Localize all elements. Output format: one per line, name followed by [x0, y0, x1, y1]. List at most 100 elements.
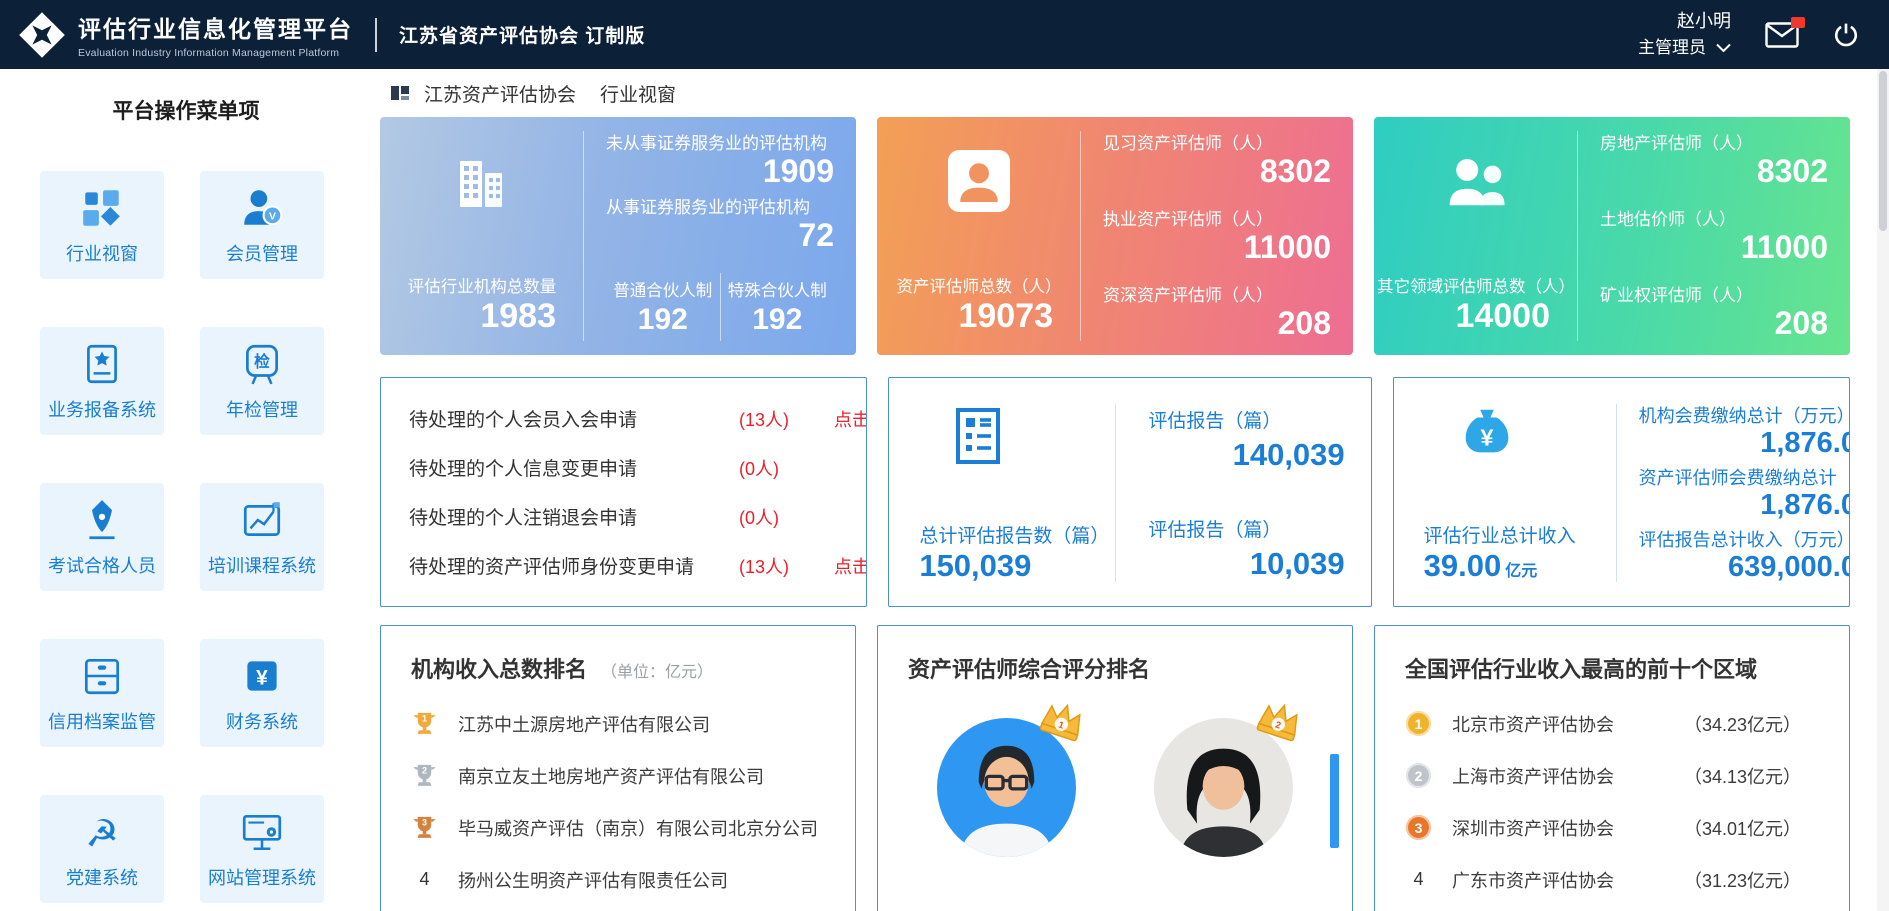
stat-main-label: 其它领域评估师总数（人） [1377, 273, 1575, 297]
ranking-item: 3 深圳市资产评估协会 （34.01亿元） [1405, 814, 1819, 841]
building-icon [449, 151, 515, 211]
stat-detail-value: 8302 [1103, 154, 1331, 189]
appraiser-avatar-1: 1 [937, 718, 1076, 857]
ranking-item: 2 南京立友土地房地产资产评估有限公司 [411, 762, 825, 789]
org-income-ranking-panel: 机构收入总数排名 （单位：亿元） [380, 625, 856, 911]
income-detail-value: 1,876.0 [1639, 428, 1850, 460]
report-list-icon [947, 404, 1011, 466]
sidebar-item-finance-system[interactable]: ¥ 财务系统 [200, 639, 324, 747]
sidebar-item-party-building[interactable]: ☭ 党建系统 [40, 795, 164, 903]
logout-button[interactable] [1833, 22, 1859, 48]
stat-detail-value: 208 [1600, 306, 1828, 341]
sidebar-item-label: 年检管理 [226, 396, 298, 422]
stat-main-value: 19073 [958, 299, 1053, 335]
pending-label: 待处理的个人信息变更申请 [409, 454, 739, 481]
sidebar-title: 平台操作菜单项 [0, 95, 372, 125]
pending-row[interactable]: 待处理的个人会员入会申请 (13人) 点击 [409, 405, 838, 432]
stat-main-label: 评估行业机构总数量 [408, 273, 557, 297]
pending-action-link[interactable]: 点击 [834, 406, 867, 432]
party-emblem-icon: ☭ [79, 809, 125, 855]
income-main-unit: 亿元 [1505, 557, 1537, 581]
grid-icon [79, 185, 125, 231]
brand-block: 评估行业信息化管理平台 Evaluation Industry Informat… [78, 10, 353, 59]
region-income-ranking-panel: 全国评估行业收入最高的前十个区域 1 北京市资产评估协会 （34.23亿元） 2… [1374, 625, 1850, 911]
people-icon [1443, 152, 1509, 210]
sidebar-item-label: 网站管理系统 [208, 864, 316, 890]
mail-notification-badge [1791, 17, 1805, 28]
stat-detail-label: 房地产评估师（人） [1600, 129, 1828, 154]
sidebar-item-website-mgmt[interactable]: 网站管理系统 [200, 795, 324, 903]
pending-count: (0人) [739, 504, 834, 530]
ranking-value: （34.13亿元） [1684, 763, 1801, 789]
svg-text:3: 3 [422, 817, 427, 827]
sidebar-item-industry-view[interactable]: 行业视窗 [40, 171, 164, 279]
pending-action-link[interactable]: 点击 [834, 553, 867, 579]
scrollbar-thumb[interactable] [1879, 71, 1887, 231]
sidebar-item-annual-inspection[interactable]: 检 年检管理 [200, 327, 324, 435]
sidebar-item-business-filing[interactable]: 业务报备系统 [40, 327, 164, 435]
svg-text:¥: ¥ [1480, 425, 1493, 451]
stat-detail-label: 矿业权评估师（人） [1600, 281, 1828, 306]
sidebar-item-training-courses[interactable]: 培训课程系统 [200, 483, 324, 591]
income-detail-label: 资产评估师会费缴纳总计（万元） [1639, 464, 1849, 490]
sidebar-item-exam-qualified[interactable]: 考试合格人员 [40, 483, 164, 591]
stat-detail-value: 72 [606, 218, 834, 253]
ranking-item: 2 上海市资产评估协会 （34.13亿元） [1405, 762, 1819, 789]
sidebar-item-label: 培训课程系统 [208, 552, 316, 578]
page-scrollbar[interactable] [1877, 69, 1889, 911]
training-chart-icon [239, 497, 285, 543]
report-total-value: 150,039 [919, 548, 1115, 584]
stat-detail-value: 1909 [606, 154, 834, 189]
ranking-name: 扬州公生明资产评估有限责任公司 [458, 867, 728, 893]
trophy-silver-icon: 2 [411, 762, 438, 789]
income-detail-label: 机构会费缴纳总计（万元） [1639, 402, 1849, 428]
svg-text:2: 2 [422, 765, 427, 775]
ranking-name: 毕马威资产评估（南京）有限公司北京分公司 [458, 815, 818, 841]
pen-nib-icon [79, 497, 125, 543]
org-edition-label: 江苏省资产评估协会 订制版 [399, 21, 645, 48]
pending-tasks-panel: 待处理的个人会员入会申请 (13人) 点击 待处理的个人信息变更申请 (0人) … [380, 377, 867, 607]
stat-pair-label: 特殊合伙人制 [728, 277, 827, 301]
pending-count: (13人) [739, 553, 834, 579]
main-content: 江苏资产评估协会 行业视窗 [372, 69, 1889, 911]
stat-detail-label: 资深资产评估师（人） [1103, 281, 1331, 306]
stat-pair-value: 192 [638, 303, 688, 337]
ranking-item: 4 扬州公生明资产评估有限责任公司 [411, 866, 825, 893]
ranking-value: （34.01亿元） [1684, 815, 1801, 841]
report-stats-panel: 总计评估报告数（篇） 150,039 评估报告（篇） 140,039 评估报告（… [888, 377, 1371, 607]
next-photo-edge [1330, 754, 1339, 848]
sidebar-item-member-mgmt[interactable]: V 会员管理 [200, 171, 324, 279]
breadcrumb-page: 行业视窗 [600, 80, 676, 107]
ranking-name: 广东市资产评估协会 [1452, 867, 1664, 893]
mail-button[interactable] [1765, 22, 1799, 48]
medal-silver-icon: 2 [1406, 763, 1431, 788]
appraiser-total-card: 资产评估师总数（人） 19073 见习资产评估师（人） 8302 执业资产评估师… [877, 117, 1353, 355]
pending-row[interactable]: 待处理的资产评估师身份变更申请 (13人) 点击 [409, 552, 838, 579]
user-menu[interactable]: 赵小明 主管理员 [1638, 8, 1731, 61]
income-detail-value: 639,000.0 [1639, 552, 1850, 584]
medal-bronze-icon: 3 [1406, 815, 1431, 840]
inspect-badge-icon: 检 [239, 341, 285, 387]
pending-row[interactable]: 待处理的个人信息变更申请 (0人) [409, 454, 838, 481]
panel-title: 全国评估行业收入最高的前十个区域 [1405, 652, 1757, 684]
stat-detail-label: 见习资产评估师（人） [1103, 129, 1331, 154]
ranking-item: 1 江苏中土源房地产评估有限公司 [411, 710, 825, 737]
income-main-label: 评估行业总计收入 [1424, 521, 1616, 548]
user-name: 赵小明 [1677, 8, 1731, 35]
app-root: 评估行业信息化管理平台 Evaluation Industry Informat… [0, 0, 1889, 911]
sidebar-item-credit-archive[interactable]: 信用档案监管 [40, 639, 164, 747]
stat-main-label: 资产评估师总数（人） [897, 273, 1062, 297]
stat-detail-label: 土地估价师（人） [1600, 205, 1828, 230]
report-detail-label: 评估报告（篇） [1148, 406, 1344, 433]
stat-pair-label: 普通合伙人制 [613, 277, 712, 301]
stat-detail-label: 执业资产评估师（人） [1103, 205, 1331, 230]
panel-title: 机构收入总数排名 [411, 652, 587, 684]
stat-detail-value: 8302 [1600, 154, 1828, 189]
income-stats-panel: ¥ 评估行业总计收入 39.00 亿元 机构会费缴纳总计（万元） [1393, 377, 1850, 607]
doc-star-icon [79, 341, 125, 387]
svg-text:¥: ¥ [256, 666, 268, 689]
pending-row[interactable]: 待处理的个人注销退会申请 (0人) [409, 503, 838, 530]
ranking-name: 南京立友土地房地产资产评估有限公司 [458, 763, 764, 789]
pending-count: (0人) [739, 455, 834, 481]
platform-title: 评估行业信息化管理平台 [78, 10, 353, 44]
